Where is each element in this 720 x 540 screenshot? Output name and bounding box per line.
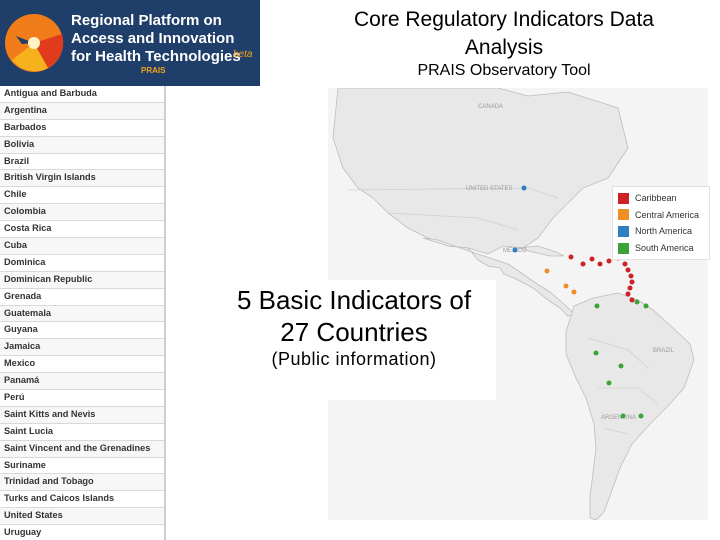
page-subtitle: PRAIS Observatory Tool (417, 62, 591, 79)
marker-central-america (571, 289, 577, 295)
logo: Regional Platform on Access and Innovati… (0, 0, 260, 86)
legend-swatch (618, 192, 629, 204)
country-list-item[interactable]: Bolivia (0, 136, 164, 154)
country-list-item[interactable]: Antigua and Barbuda (0, 86, 164, 103)
logo-prais: PRAIS (141, 66, 166, 75)
marker-south-america (634, 299, 640, 305)
logo-line2: Access and Innovation (71, 30, 235, 47)
marker-south-america (593, 350, 599, 356)
map-label-us: UNITED STATES (466, 186, 512, 192)
logo-mark-icon (5, 14, 64, 72)
country-list-item[interactable]: Perú (0, 390, 164, 407)
marker-central-america (563, 283, 569, 289)
country-list-item[interactable]: Guatemala (0, 305, 164, 323)
country-list-item[interactable]: Saint Lucia (0, 424, 164, 441)
page-title: Core Regulatory Indicators Data Analysis (300, 6, 708, 62)
marker-caribbean (589, 256, 595, 262)
marker-south-america (643, 303, 649, 309)
country-list-item[interactable]: Guyana (0, 322, 164, 340)
marker-caribbean (568, 254, 574, 260)
legend-item[interactable]: Caribbean (615, 190, 707, 207)
marker-caribbean (606, 258, 612, 264)
marker-north-america (512, 247, 518, 253)
marker-south-america (618, 363, 624, 369)
logo-beta: beta (233, 49, 253, 60)
overlay-line3: (Public information) (271, 349, 437, 369)
marker-caribbean (580, 261, 586, 267)
marker-caribbean (628, 273, 634, 279)
legend-swatch (618, 209, 629, 221)
marker-south-america (606, 380, 612, 386)
marker-central-america (544, 268, 550, 274)
logo-line1: Regional Platform on (71, 12, 222, 29)
marker-south-america (620, 413, 626, 419)
legend-item[interactable]: Central America (615, 207, 707, 224)
country-list-item[interactable]: Costa Rica (0, 221, 164, 239)
title-line2: Analysis (464, 36, 544, 59)
country-list-item[interactable]: Uruguay (0, 525, 164, 540)
country-list-item[interactable]: Colombia (0, 204, 164, 222)
country-list-item[interactable]: Barbados (0, 120, 164, 137)
marker-caribbean (622, 261, 628, 267)
legend-item[interactable]: South America (615, 240, 707, 257)
marker-north-america (521, 185, 527, 191)
country-list-item[interactable]: Mexico (0, 356, 164, 374)
marker-caribbean (627, 285, 633, 291)
country-list-item[interactable]: Grenada (0, 289, 164, 306)
legend-swatch (618, 242, 629, 254)
country-list-item[interactable]: British Virgin Islands (0, 170, 164, 188)
map-legend: Caribbean Central America North America Sou… (612, 186, 710, 261)
marker-caribbean (625, 291, 631, 297)
title-line1: Core Regulatory Indicators Data (354, 8, 654, 31)
country-list-item[interactable]: Dominica (0, 255, 164, 272)
country-list-item[interactable]: Saint Vincent and the Grenadines (0, 440, 164, 458)
country-list-item[interactable]: Turks and Caicos Islands (0, 491, 164, 509)
country-list-item[interactable]: Suriname (0, 458, 164, 475)
overlay-line1: 5 Basic Indicators of (236, 285, 472, 315)
country-list-item[interactable]: Dominican Republic (0, 271, 164, 289)
legend-swatch (618, 225, 629, 237)
legend-label: North America (635, 226, 693, 237)
marker-caribbean (625, 267, 631, 273)
overlay-line2: 27 Countries (280, 317, 428, 347)
country-list-item[interactable]: Trinidad and Tobago (0, 474, 164, 492)
marker-caribbean (629, 297, 635, 303)
country-list-item[interactable]: Saint Kitts and Nevis (0, 406, 164, 424)
map-label-argentina: ARGENTINA (601, 415, 636, 421)
marker-caribbean (629, 279, 635, 285)
legend-label: Central America (635, 209, 700, 220)
country-list-item[interactable]: Cuba (0, 238, 164, 255)
country-list-item[interactable]: Panamá (0, 373, 164, 391)
country-list-item[interactable]: United States (0, 508, 164, 526)
marker-caribbean (597, 261, 603, 267)
legend-label: South America (635, 243, 694, 254)
marker-south-america (638, 413, 644, 419)
marker-south-america (594, 303, 600, 309)
logo-line3: for Health Technologies (71, 48, 241, 65)
map-label-canada: CANADA (478, 104, 503, 110)
country-list-item[interactable]: Jamaica (0, 339, 164, 357)
country-list-item[interactable]: Argentina (0, 102, 164, 120)
country-list-item[interactable]: Brazil (0, 154, 164, 171)
legend-label: Caribbean (635, 193, 677, 204)
country-list-item[interactable]: Chile (0, 187, 164, 205)
country-list[interactable]: Antigua and Barbuda Argentina Barbados Boli… (0, 86, 166, 540)
map-label-brazil: BRAZIL (653, 348, 675, 354)
legend-item[interactable]: North America (615, 223, 707, 240)
